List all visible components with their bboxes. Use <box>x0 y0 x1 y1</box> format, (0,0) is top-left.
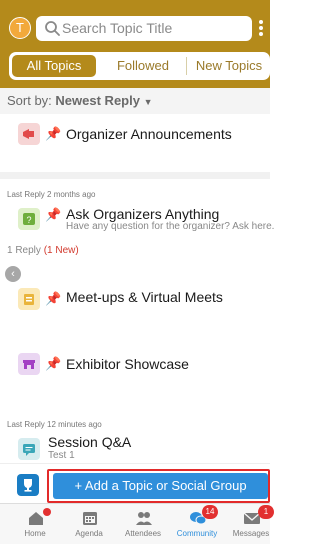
bottom-tab-bar: Home Agenda Attendees 14 Community 1 Mes… <box>0 503 274 544</box>
divider <box>0 172 270 179</box>
more-options-icon[interactable] <box>256 18 266 40</box>
last-reply-time: Last Reply 12 minutes ago <box>7 420 102 429</box>
tab-label: Home <box>24 529 46 538</box>
megaphone-icon <box>18 123 40 145</box>
add-topic-bar: + Add a Topic or Social Group <box>0 463 270 503</box>
tab-label: Messages <box>232 529 270 538</box>
chat-icon <box>18 438 40 460</box>
tab-label: Agenda <box>75 529 103 538</box>
collapse-left-icon[interactable]: ‹ <box>5 266 21 282</box>
question-icon: ? <box>18 208 40 230</box>
tab-label: Community <box>176 529 218 538</box>
topic-item[interactable]: Last Reply 12 minutes ago Session Q&A Te… <box>0 409 270 465</box>
trophy-icon <box>24 479 32 492</box>
topic-item[interactable]: 📌 Exhibitor Showcase <box>0 344 270 402</box>
topic-subtitle: Have any question for the organizer? Ask… <box>66 221 275 232</box>
leaderboard-button[interactable] <box>17 474 39 496</box>
sort-dropdown[interactable]: Sort by: Newest Reply ▼ <box>0 88 270 114</box>
topic-tabs: All Topics Followed New Topics <box>9 52 270 80</box>
header: T Search Topic Title All Topics Followed… <box>0 0 270 88</box>
tab-followed[interactable]: Followed <box>101 55 185 77</box>
pin-icon: 📌 <box>45 356 62 371</box>
pin-icon: 📌 <box>45 207 62 222</box>
topic-subtitle: Test 1 <box>48 450 75 461</box>
sort-value: Newest Reply <box>55 93 140 108</box>
pin-icon: 📌 <box>45 126 62 141</box>
search-placeholder: Search Topic Title <box>62 20 173 36</box>
search-icon <box>45 21 60 36</box>
search-input[interactable]: Search Topic Title <box>36 16 252 41</box>
chevron-down-icon: ▼ <box>143 97 153 107</box>
user-avatar[interactable]: T <box>9 17 31 39</box>
topic-title: Session Q&A <box>48 434 132 450</box>
storefront-icon <box>18 353 40 375</box>
calendar-icon <box>83 512 97 525</box>
topic-title: Ask Organizers Anything <box>66 206 220 222</box>
last-reply-time: Last Reply 2 months ago <box>7 190 96 199</box>
pin-icon: 📌 <box>45 291 62 306</box>
people-icon <box>136 512 152 525</box>
tab-label: Attendees <box>124 529 162 538</box>
meetup-icon <box>18 288 40 310</box>
topic-item[interactable]: 📌 Organizer Announcements <box>0 114 270 172</box>
notification-dot <box>43 508 51 516</box>
tab-new-topics[interactable]: New Topics <box>187 55 271 77</box>
topic-item[interactable]: Last Reply 2 months ago ? 📌 Ask Organize… <box>0 179 274 272</box>
tab-home[interactable]: Home <box>8 504 62 544</box>
topic-title: Exhibitor Showcase <box>66 356 189 372</box>
topic-item[interactable]: 📌 Meet-ups & Virtual Meets <box>0 279 270 337</box>
tab-all-topics[interactable]: All Topics <box>12 55 96 77</box>
svg-text:?: ? <box>26 215 31 225</box>
tab-attendees[interactable]: Attendees <box>116 504 170 544</box>
messages-badge: 1 <box>258 505 274 519</box>
sort-prefix: Sort by: <box>7 93 52 108</box>
reply-count: 1 Reply (1 New) <box>7 245 79 256</box>
highlight-box <box>47 469 270 503</box>
community-badge: 14 <box>202 505 218 519</box>
topic-title: Organizer Announcements <box>66 126 232 142</box>
tab-community[interactable]: 14 Community <box>170 504 224 544</box>
tab-agenda[interactable]: Agenda <box>62 504 116 544</box>
tab-messages[interactable]: 1 Messages <box>224 504 278 544</box>
topic-title: Meet-ups & Virtual Meets <box>66 289 223 305</box>
